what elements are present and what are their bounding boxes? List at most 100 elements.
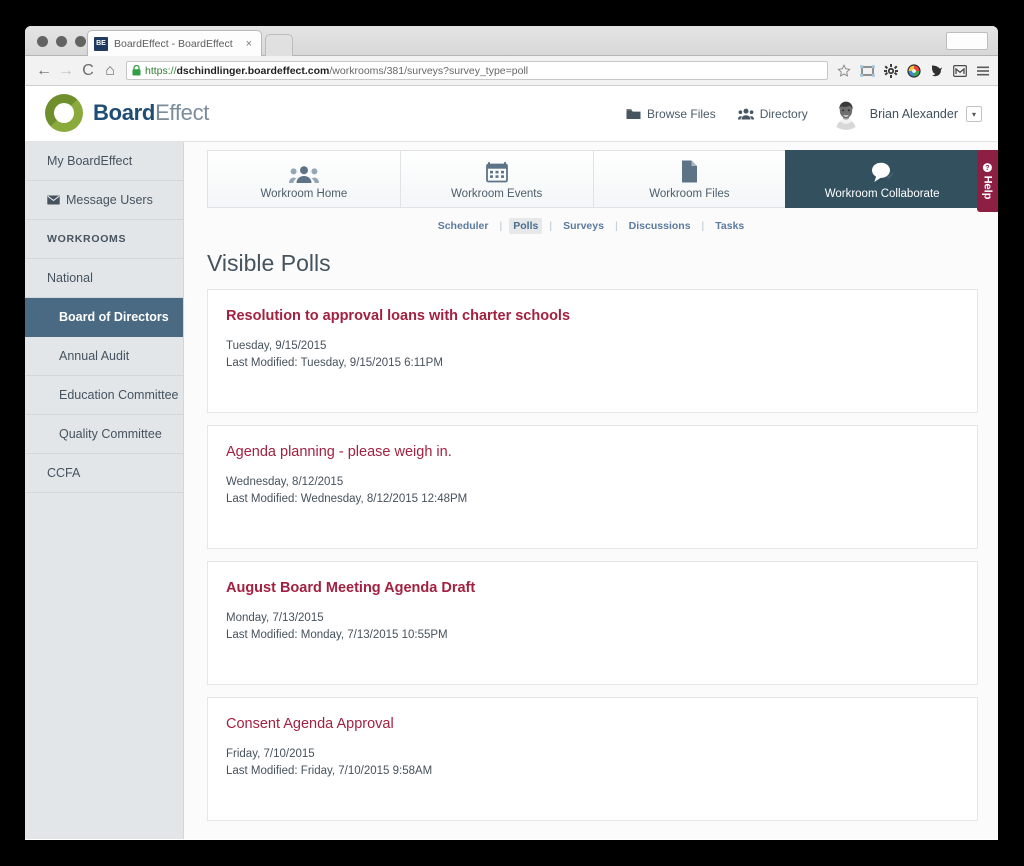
- sub-nav-separator: |: [701, 220, 705, 232]
- sub-nav-polls[interactable]: Polls: [509, 218, 543, 234]
- poll-last-modified: Last Modified: Friday, 7/10/2015 9:58AM: [226, 764, 433, 777]
- home-icon[interactable]: ⌂: [99, 62, 121, 79]
- sidebar-item-label: National: [47, 271, 93, 285]
- sub-nav-discussions[interactable]: Discussions: [625, 218, 695, 234]
- folder-icon: [626, 108, 641, 120]
- reload-icon[interactable]: C: [77, 62, 99, 79]
- gmail-icon[interactable]: [953, 64, 967, 78]
- maximize-window-button[interactable]: [75, 36, 86, 47]
- page-title: Visible Polls: [207, 250, 331, 276]
- browser-window: BE BoardEffect - BoardEffect × ← → C ⌂ h…: [25, 26, 998, 840]
- svg-text:?: ?: [985, 165, 989, 172]
- calendar-icon: [485, 159, 508, 183]
- people-group-icon: [288, 159, 319, 183]
- people-group-icon: [737, 108, 754, 120]
- help-tab-inner: ? Help: [982, 163, 994, 199]
- envelope-icon: [47, 195, 60, 205]
- poll-card[interactable]: Agenda planning - please weigh in. Wedne…: [207, 425, 978, 549]
- color-wheel-icon[interactable]: [907, 63, 921, 78]
- sidebar-item-national[interactable]: National: [25, 259, 183, 298]
- poll-title[interactable]: August Board Meeting Agenda Draft: [226, 580, 977, 596]
- minimize-window-button[interactable]: [56, 36, 67, 47]
- window-controls[interactable]: [946, 32, 988, 50]
- tab-label: Workroom Collaborate: [824, 187, 940, 200]
- new-tab-button[interactable]: [265, 34, 293, 56]
- url-path: /workrooms/381/surveys?survey_type=poll: [329, 64, 529, 77]
- star-icon[interactable]: [837, 63, 851, 78]
- boardeffect-favicon: BE: [94, 36, 108, 51]
- user-menu[interactable]: Brian Alexander ▾: [829, 98, 982, 130]
- poll-card[interactable]: Resolution to approval loans with charte…: [207, 289, 978, 413]
- sidebar-item-label: My BoardEffect: [47, 154, 133, 168]
- sidebar-item-quality-committee[interactable]: Quality Committee: [25, 415, 183, 454]
- sidebar-item-my-boardeffect[interactable]: My BoardEffect: [25, 142, 183, 181]
- user-name: Brian Alexander: [869, 107, 958, 121]
- screenshot-frame-icon[interactable]: [860, 64, 875, 78]
- sidebar-item-label: Message Users: [66, 193, 153, 207]
- header-nav: Browse Files Directory Brian Alexander ▾: [626, 98, 982, 130]
- browse-files-label: Browse Files: [647, 107, 716, 121]
- app-header: BoardEffect Browse Files Directory Brian…: [25, 86, 998, 142]
- poll-list: Resolution to approval loans with charte…: [207, 289, 978, 821]
- poll-date: Tuesday, 9/15/2015: [226, 340, 327, 352]
- logo-effect-text: Effect: [155, 100, 210, 125]
- speech-bubble-icon: [869, 159, 895, 183]
- lock-icon: [132, 64, 141, 76]
- browse-files-link[interactable]: Browse Files: [626, 107, 716, 121]
- poll-title[interactable]: Resolution to approval loans with charte…: [226, 308, 977, 324]
- section-tabs: Workroom Home Workroom Events Workroom F…: [207, 150, 979, 208]
- sidebar-item-education-committee[interactable]: Education Committee: [25, 376, 183, 415]
- sub-nav: Scheduler | Polls | Surveys | Discussion…: [184, 218, 998, 234]
- app-body: My BoardEffect Message Users WORKROOMS N…: [25, 142, 998, 839]
- avatar: [829, 98, 862, 130]
- logo-wordmark: BoardEffect: [93, 100, 209, 126]
- window-traffic-lights[interactable]: [37, 36, 86, 47]
- tab-workroom-collaborate[interactable]: Workroom Collaborate: [785, 150, 979, 208]
- sidebar-item-label: CCFA: [47, 466, 81, 480]
- gear-icon[interactable]: [884, 63, 898, 78]
- sidebar-item-annual-audit[interactable]: Annual Audit: [25, 337, 183, 376]
- tab-workroom-events[interactable]: Workroom Events: [399, 150, 594, 208]
- sidebar-section-workrooms: WORKROOMS: [25, 220, 183, 259]
- address-bar[interactable]: https://dschindlinger.boardeffect.com/wo…: [126, 61, 828, 80]
- tab-workroom-files[interactable]: Workroom Files: [592, 150, 787, 208]
- sidebar-item-label: Quality Committee: [59, 427, 162, 441]
- sidebar-item-label: Education Committee: [59, 388, 179, 402]
- forward-icon[interactable]: →: [55, 62, 77, 79]
- directory-label: Directory: [759, 107, 808, 121]
- tab-workroom-home[interactable]: Workroom Home: [207, 150, 401, 208]
- boardeffect-app: BoardEffect Browse Files Directory Brian…: [25, 86, 998, 839]
- sub-nav-surveys[interactable]: Surveys: [559, 218, 608, 234]
- sub-nav-scheduler[interactable]: Scheduler: [434, 218, 493, 234]
- directory-link[interactable]: Directory: [737, 107, 808, 121]
- poll-title[interactable]: Consent Agenda Approval: [226, 716, 977, 732]
- sub-nav-tasks[interactable]: Tasks: [711, 218, 748, 234]
- back-icon[interactable]: ←: [33, 62, 55, 79]
- poll-card[interactable]: August Board Meeting Agenda Draft Monday…: [207, 561, 978, 685]
- logo-board-text: Board: [93, 100, 156, 125]
- sidebar-item-board-of-directors[interactable]: Board of Directors: [25, 298, 183, 337]
- content-area: ? Help Workroom Home Workroom Events Wor…: [184, 142, 998, 839]
- sidebar-item-label: Annual Audit: [59, 349, 130, 363]
- tab-label: Workroom Home: [260, 187, 348, 200]
- close-window-button[interactable]: [37, 36, 48, 47]
- browser-tab[interactable]: BE BoardEffect - BoardEffect ×: [87, 30, 262, 56]
- toolbar-icon-group: [837, 63, 990, 78]
- sidebar-item-message-users[interactable]: Message Users: [25, 181, 183, 220]
- chevron-down-icon[interactable]: ▾: [966, 106, 982, 122]
- poll-last-modified: Last Modified: Wednesday, 8/12/2015 12:4…: [226, 492, 468, 505]
- close-icon[interactable]: ×: [243, 38, 255, 50]
- url-domain: dschindlinger.boardeffect.com: [176, 64, 330, 77]
- poll-date: Friday, 7/10/2015: [226, 748, 315, 760]
- poll-card[interactable]: Consent Agenda Approval Friday, 7/10/201…: [207, 697, 978, 821]
- pocket-bird-icon[interactable]: [930, 64, 944, 78]
- boardeffect-logo[interactable]: BoardEffect: [45, 94, 209, 132]
- hamburger-menu-icon[interactable]: [976, 64, 990, 78]
- help-tab[interactable]: ? Help: [977, 150, 998, 212]
- sidebar-item-ccfa[interactable]: CCFA: [25, 454, 183, 493]
- poll-last-modified: Last Modified: Monday, 7/13/2015 10:55PM: [226, 628, 448, 641]
- ring-logo-icon: [45, 94, 83, 132]
- url-scheme: https://: [145, 64, 177, 77]
- sidebar-item-label: Board of Directors: [59, 310, 169, 324]
- poll-title[interactable]: Agenda planning - please weigh in.: [226, 444, 977, 460]
